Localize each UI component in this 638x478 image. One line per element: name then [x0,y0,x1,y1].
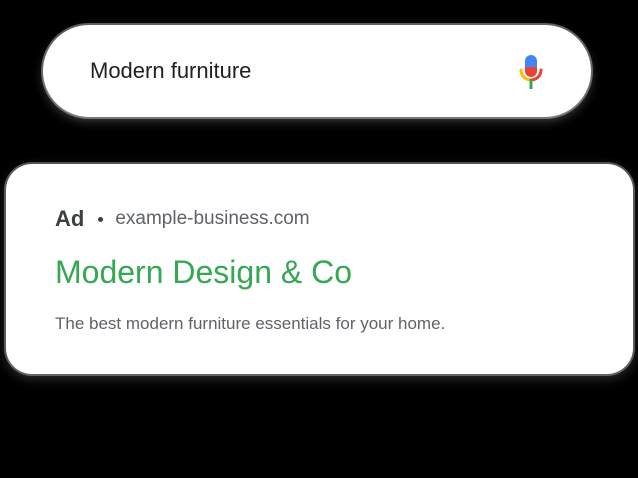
ad-result-card[interactable]: Ad example-business.com Modern Design & … [6,164,633,374]
ad-meta-row: Ad example-business.com [55,206,310,232]
microphone-icon[interactable] [517,53,545,91]
ad-domain[interactable]: example-business.com [115,208,309,230]
search-bar[interactable]: Modern furniture [43,25,591,117]
search-query-text[interactable]: Modern furniture [90,25,251,117]
separator-dot [98,216,104,222]
ad-title-link[interactable]: Modern Design & Co [55,254,352,291]
ad-description: The best modern furniture essentials for… [55,314,446,333]
ad-badge: Ad [55,206,85,231]
